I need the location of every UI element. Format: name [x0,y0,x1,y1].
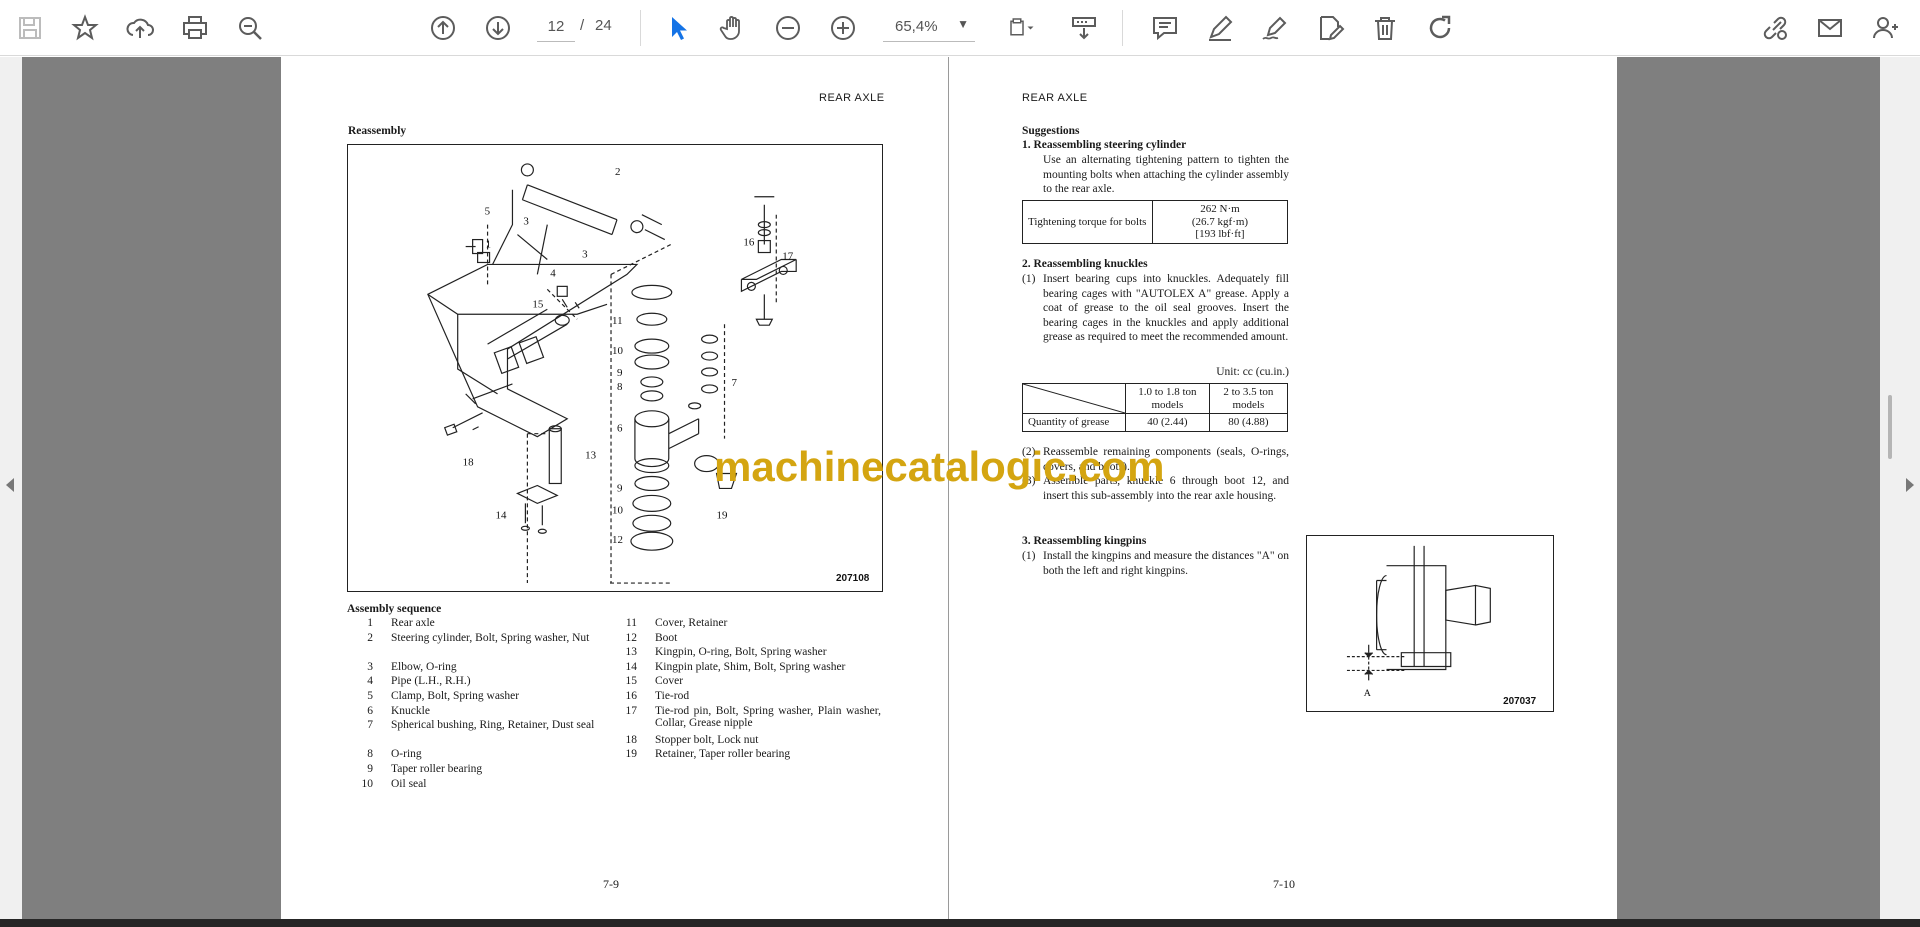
callout-label: 2 [615,166,620,178]
chevron-right-icon[interactable] [1906,478,1914,492]
callout-label: 7 [731,377,737,389]
page-number-footer: 7-9 [603,877,619,891]
step-heading: 1. Reassembling steering cylinder [1022,139,1187,151]
callout-label: 15 [532,298,543,310]
step-heading: 2. Reassembling knuckles [1022,258,1148,270]
callout-label: 18 [463,457,474,469]
save-icon[interactable] [10,8,50,48]
section-title: Reassembly [348,125,407,137]
callout-label: 14 [496,509,507,521]
step-body: Install the kingpins and measure the dis… [1043,550,1289,577]
grease-value-2: 80 (4.88) [1208,413,1289,432]
page-number-footer: 7-10 [1273,877,1295,891]
select-cursor-icon[interactable] [658,8,698,48]
toolbar-divider [640,10,641,46]
unit-label: Unit: cc (cu.in.) [1216,366,1289,378]
zoom-search-icon[interactable] [230,8,270,48]
page-separator: / [580,17,585,34]
chevron-down-icon: ▼ [957,17,969,31]
rear-axle-housing [427,263,639,438]
diagonal-cell [1022,383,1126,414]
email-icon[interactable] [1810,8,1850,48]
torque-table: Tightening torque for bolts 262 N·m (26.… [1022,200,1288,244]
page-total: 24 [595,17,612,34]
highlight-pen-icon[interactable] [1200,8,1240,48]
callout-label: 9 [617,367,623,379]
grease-label: Quantity of grease [1022,413,1126,432]
kingpin-figure: A 207037 [1306,535,1554,712]
page-up-icon[interactable] [423,8,463,48]
watermark-text: machinecatalogic.com [714,443,1165,490]
step-body: Use an alternating tightening pattern to… [1043,154,1289,196]
print-icon[interactable] [175,8,215,48]
callout-label: 5 [485,206,491,218]
trash-icon[interactable] [1365,8,1405,48]
toolbar-divider [1122,10,1123,46]
toolbar: / 24 65,4% ▼ [0,0,1920,56]
redo-icon[interactable] [1420,8,1460,48]
grease-col-2: 2 to 3.5 ton models [1208,383,1289,414]
edit-document-icon[interactable] [1310,8,1350,48]
zoom-out-icon[interactable] [768,8,808,48]
callout-label: 17 [782,250,793,262]
right-panel-toggle[interactable] [1880,57,1920,919]
callout-label: 13 [585,450,596,462]
step-body: Insert bearing cups into knuckles. Adequ… [1043,273,1289,344]
hand-tool-icon[interactable] [713,8,753,48]
share-link-icon[interactable] [1755,8,1795,48]
page-header: REAR AXLE [1022,92,1088,104]
suggestions-heading: Suggestions [1022,125,1080,137]
star-icon[interactable] [65,8,105,48]
step-number: (1) [1022,273,1036,285]
tie-rod [740,258,797,293]
step-number: (1) [1022,550,1036,562]
callout-label: 4 [550,267,556,279]
assembly-sequence-title: Assembly sequence [347,603,442,615]
exploded-diagram-drawing: 2 1 3 3 4 5 6 7 8 9 10 11 12 13 14 15 16… [427,163,797,584]
grease-col-1: 1.0 to 1.8 ton models [1125,383,1210,414]
torque-label: Tightening torque for bolts [1022,200,1153,244]
figure-number: 207037 [1503,696,1536,707]
callout-label: 16 [743,237,754,249]
fit-page-icon[interactable] [998,8,1048,48]
comment-icon[interactable] [1145,8,1185,48]
pipes [492,189,548,275]
zoom-level-select[interactable]: 65,4% ▼ [883,12,975,42]
cloud-upload-icon[interactable] [120,8,160,48]
chevron-left-icon[interactable] [6,478,14,492]
callout-label: 3 [523,216,529,228]
add-user-icon[interactable] [1865,8,1905,48]
left-panel-toggle[interactable] [0,57,22,919]
taskbar-edge [0,919,1920,927]
figure-number: 207108 [836,573,870,584]
sign-pen-icon[interactable] [1255,8,1295,48]
exploded-diagram: 2 1 3 3 4 5 6 7 8 9 10 11 12 13 14 15 16… [347,144,883,592]
kingpin-figure-drawing: A 207037 [1346,545,1537,707]
callout-label: 11 [612,315,623,327]
assembly-sequence-list: 1 Rear axle 2 Steering cylinder, Bolt, Spr… [361,617,882,790]
page-number-input[interactable] [537,12,575,42]
callout-label: 9 [617,482,623,494]
steering-cylinder [521,184,618,236]
page-header: REAR AXLE [819,92,885,104]
zoom-in-icon[interactable] [823,8,863,48]
callout-label: 6 [617,423,623,435]
callout-label: 1 [486,239,491,251]
step-heading: 3. Reassembling kingpins [1022,535,1147,547]
callout-label: 8 [617,381,623,393]
callout-label: 10 [612,345,623,357]
scroll-mode-icon[interactable] [1064,8,1104,48]
callout-label: 3 [582,248,588,260]
torque-value: 262 N·m (26.7 kgf·m) [193 lbf·ft] [1152,200,1288,244]
callout-label: 10 [612,504,623,516]
callout-label: 19 [717,509,728,521]
scrollbar-thumb[interactable] [1888,395,1892,459]
figure-label-a: A [1364,688,1372,699]
knuckle [634,410,670,428]
grease-value-1: 40 (2.44) [1125,413,1210,432]
grease-table: 1.0 to 1.8 ton models 2 to 3.5 ton model… [1022,383,1289,432]
page-down-icon[interactable] [478,8,518,48]
zoom-level-value: 65,4% [895,18,938,35]
